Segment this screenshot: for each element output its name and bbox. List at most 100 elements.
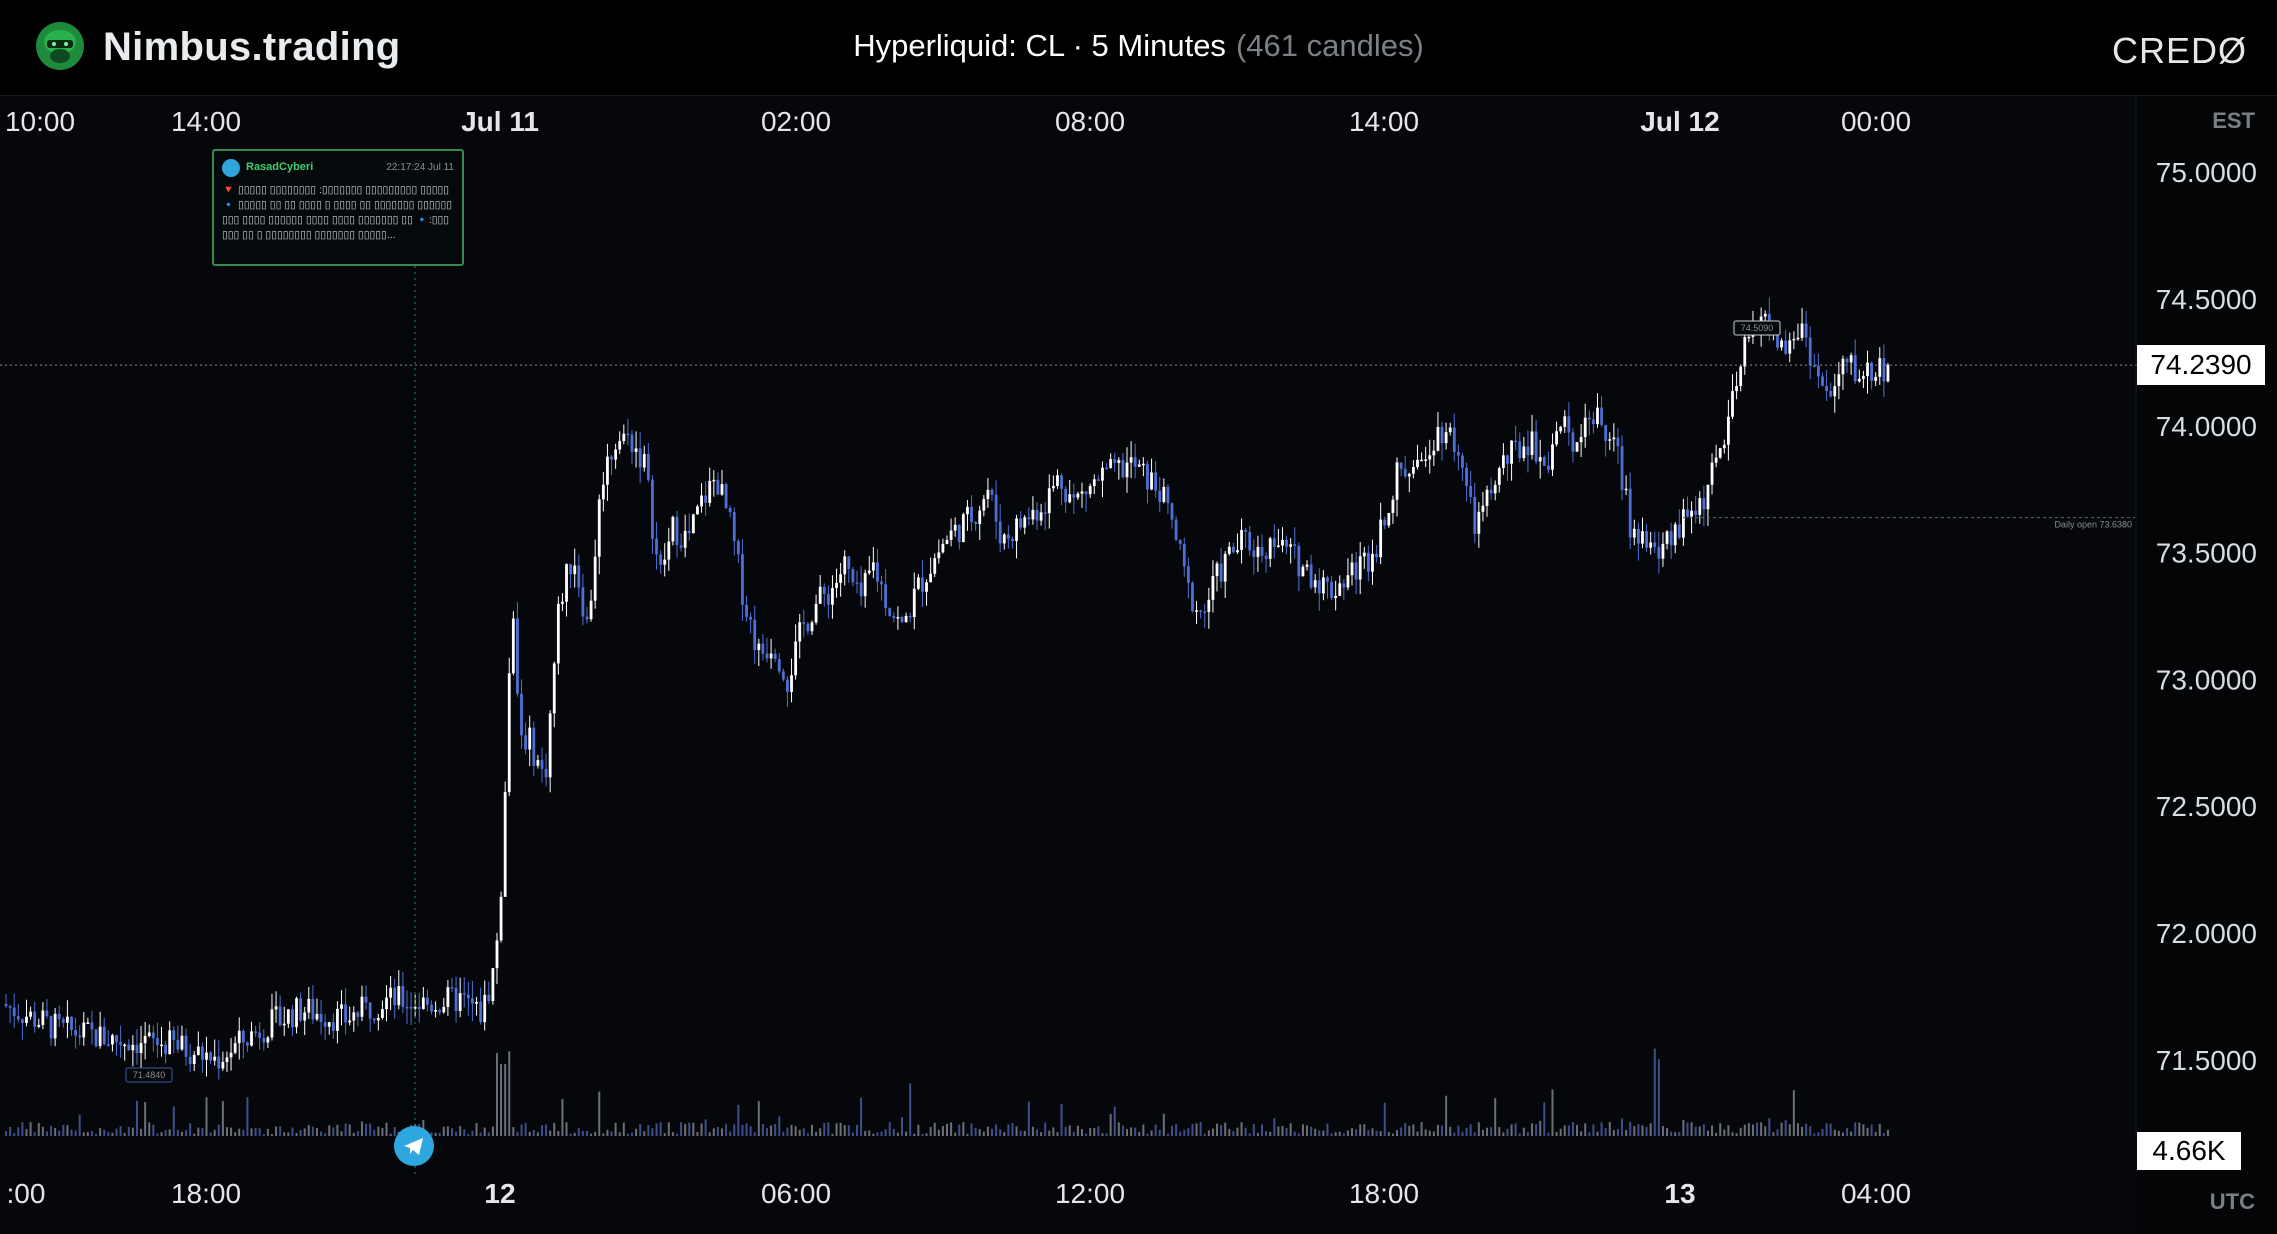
- price-tick-label: 72.0000: [2156, 918, 2257, 949]
- candle-body: [368, 1002, 372, 1019]
- candle-body: [233, 1043, 237, 1053]
- candle-body: [421, 997, 425, 1009]
- volume-bar: [135, 1100, 138, 1136]
- candle-body: [925, 582, 928, 592]
- price-chart[interactable]: Daily open 73.6380 74.5090 71.4840 10:00…: [0, 96, 2277, 1234]
- volume-bar: [790, 1124, 793, 1136]
- volume-bar: [892, 1128, 895, 1136]
- candle-body: [814, 603, 818, 623]
- volume-bar: [921, 1133, 924, 1136]
- candle-body: [503, 792, 507, 897]
- candle-body: [757, 643, 761, 651]
- volume-bar: [1187, 1128, 1190, 1136]
- volume-bar: [1637, 1124, 1640, 1136]
- session-low-label: 71.4840: [133, 1070, 166, 1080]
- volume-bar: [864, 1130, 867, 1136]
- volume-bar: [434, 1132, 437, 1136]
- candle-body: [610, 456, 613, 460]
- volume-bar: [340, 1131, 343, 1136]
- volume-bar: [1731, 1132, 1734, 1136]
- candle-body: [1424, 459, 1428, 461]
- bottom-time-axis: :00 18:00 12 06:00 12:00 18:00 13 04:00: [7, 1178, 1912, 1209]
- volume-bar: [1584, 1123, 1587, 1136]
- candle-body: [311, 998, 315, 1020]
- candle-body: [1264, 555, 1268, 559]
- candle-body: [569, 564, 573, 575]
- volume-bar: [1027, 1101, 1030, 1136]
- price-tick-label: 72.5000: [2156, 791, 2257, 822]
- candle-body: [884, 584, 888, 609]
- volume-bar: [839, 1122, 842, 1136]
- volume-bar: [54, 1128, 57, 1136]
- candle-body: [1649, 542, 1653, 548]
- candle-body: [589, 600, 593, 620]
- candle-body: [1804, 323, 1808, 338]
- volume-bar: [696, 1131, 699, 1136]
- volume-bar: [557, 1130, 560, 1136]
- candle-body: [1665, 531, 1669, 544]
- volume-bar: [958, 1124, 961, 1136]
- volume-bar: [1449, 1126, 1452, 1136]
- volume-bar: [344, 1123, 347, 1136]
- candle-body: [372, 1018, 376, 1021]
- candle-body: [806, 623, 810, 632]
- volume-bar: [1121, 1125, 1124, 1136]
- candle-body: [982, 498, 986, 511]
- volume-bar: [1641, 1125, 1644, 1136]
- candle-body: [495, 940, 499, 969]
- volume-bar: [753, 1132, 756, 1136]
- volume-bar: [389, 1133, 392, 1136]
- candle-body: [78, 1035, 82, 1038]
- volume-bar: [463, 1129, 466, 1136]
- volume-bar: [381, 1128, 384, 1136]
- candle-body: [1285, 539, 1288, 547]
- volume-bar: [176, 1129, 179, 1136]
- candle-body: [1657, 546, 1661, 559]
- volume-bar: [90, 1131, 93, 1136]
- volume-bar: [455, 1131, 458, 1136]
- candle-body: [544, 768, 548, 778]
- candle-body: [491, 968, 495, 1002]
- candle-body: [499, 896, 503, 941]
- candle-body: [507, 673, 511, 793]
- candle-body: [606, 456, 609, 485]
- volume-bar: [896, 1132, 899, 1136]
- candle-body: [4, 1004, 8, 1007]
- volume-bar: [1666, 1127, 1669, 1136]
- candle-body: [237, 1030, 241, 1044]
- volume-bar: [1191, 1123, 1194, 1136]
- candle-body: [327, 1022, 331, 1027]
- top-timezone-label: EST: [2212, 108, 2255, 133]
- candle-body: [389, 987, 393, 998]
- candle-body: [720, 484, 724, 495]
- telegram-marker-icon[interactable]: [394, 1126, 434, 1166]
- candle-body: [196, 1046, 200, 1055]
- volume-bar: [1166, 1133, 1169, 1136]
- volume-bar: [103, 1129, 106, 1136]
- candle-body: [1182, 543, 1186, 567]
- candle-body: [1469, 486, 1473, 497]
- volume-bar: [225, 1127, 228, 1136]
- candle-body: [618, 440, 622, 450]
- volume-bar: [471, 1130, 474, 1136]
- candle-body: [1579, 437, 1583, 443]
- volume-bar: [1134, 1127, 1137, 1136]
- volume-bar: [82, 1132, 85, 1136]
- volume-bar: [802, 1128, 805, 1136]
- volume-bar: [651, 1128, 654, 1136]
- news-text: 🔻 ▯▯▯▯▯ ▯▯▯▯▯▯▯▯ :▯▯▯▯▯▯▯ ▯▯▯▯▯▯▯▯▯ ▯▯▯▯…: [222, 184, 453, 241]
- volume-bar: [140, 1129, 143, 1136]
- candle-body: [381, 1009, 384, 1018]
- volume-bar: [1866, 1127, 1869, 1136]
- volume-bar: [303, 1128, 306, 1136]
- candle-body: [1158, 490, 1162, 502]
- volume-bar: [569, 1133, 572, 1136]
- candle-body: [1747, 336, 1751, 339]
- candle-body: [1796, 337, 1800, 340]
- candle-body: [1853, 355, 1857, 382]
- candle-body: [1808, 337, 1812, 366]
- candle-body: [1338, 583, 1342, 596]
- volume-bar: [1661, 1125, 1664, 1136]
- news-card[interactable]: RasadCyberi 22:17:24 Jul 11 🔻 ▯▯▯▯▯ ▯▯▯▯…: [212, 149, 464, 266]
- volume-bar: [1539, 1120, 1542, 1136]
